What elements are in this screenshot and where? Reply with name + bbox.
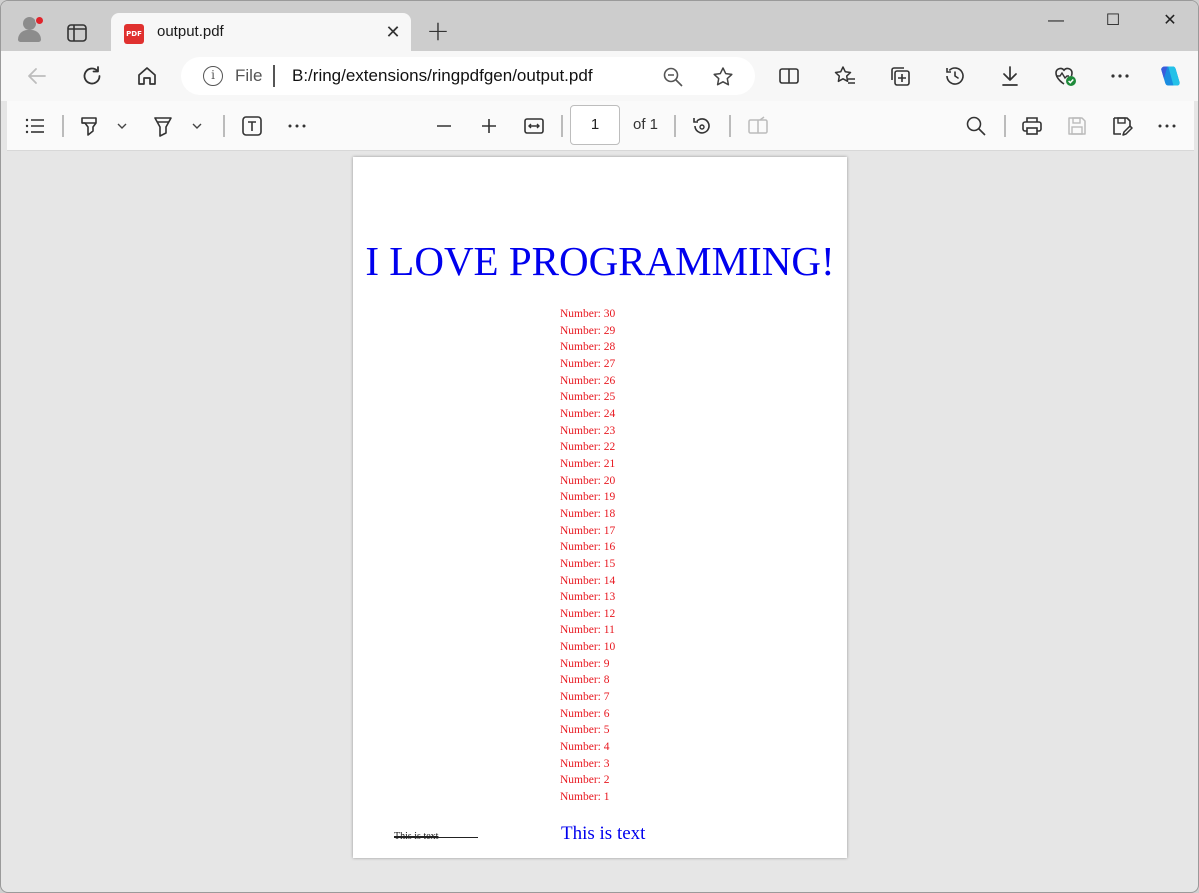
notification-dot (35, 16, 44, 25)
number-line: Number: 12 (560, 607, 616, 620)
number-line: Number: 18 (560, 507, 616, 520)
copilot-icon[interactable] (1157, 63, 1183, 89)
more-icon[interactable] (1107, 63, 1133, 89)
zoom-out-icon[interactable] (432, 114, 456, 138)
toolbar-separator (223, 115, 225, 137)
number-line: Number: 26 (560, 374, 616, 387)
number-line: Number: 6 (560, 707, 610, 720)
number-line: Number: 8 (560, 674, 610, 687)
number-line: Number: 9 (560, 657, 610, 670)
number-line: Number: 10 (560, 641, 616, 654)
search-icon[interactable] (964, 114, 988, 138)
number-line: Number: 24 (560, 407, 616, 420)
tab-title: output.pdf (157, 23, 224, 40)
pdf-toolbar: 1 of 1 (7, 101, 1194, 151)
fit-to-width-icon[interactable] (522, 114, 546, 138)
info-icon[interactable]: i (203, 66, 223, 86)
number-line: Number: 30 (560, 308, 616, 320)
toolbar-separator (674, 115, 676, 137)
number-line: Number: 27 (560, 357, 616, 370)
tab-output-pdf[interactable]: PDF output.pdf ✕ (111, 13, 411, 53)
number-line: Number: 13 (560, 591, 616, 604)
favorite-star-icon[interactable] (711, 65, 735, 89)
address-url[interactable]: B:/ring/extensions/ringpdfgen/output.pdf (292, 66, 593, 86)
split-screen-icon[interactable] (776, 63, 802, 89)
new-tab-button[interactable]: + (425, 17, 451, 45)
document-headline: I LOVE PROGRAMMING! (365, 238, 835, 284)
more-options-icon[interactable] (1155, 114, 1179, 138)
browser-essentials-icon[interactable] (1052, 63, 1078, 89)
tab-strip: PDF output.pdf ✕ + — ☐ ✕ (1, 1, 1198, 53)
number-line: Number: 3 (560, 757, 610, 770)
number-line: Number: 1 (560, 791, 610, 804)
number-line: Number: 7 (560, 691, 610, 704)
zoom-in-icon[interactable] (477, 114, 501, 138)
number-line: Number: 20 (560, 474, 616, 487)
navigation-bar: i File B:/ring/extensions/ringpdfgen/out… (1, 51, 1198, 101)
number-list: Number: 30 Number: 29 Number: 28 Number: 27… (560, 306, 710, 806)
refresh-icon[interactable] (79, 63, 105, 89)
number-line: Number: 25 (560, 391, 616, 404)
rotate-icon[interactable] (690, 114, 714, 138)
add-text-icon[interactable] (240, 114, 264, 138)
toolbar-separator (561, 115, 563, 137)
pdf-viewer[interactable]: I LOVE PROGRAMMING! Number: 30 Number: 29… (7, 152, 1194, 888)
toolbar-separator (62, 115, 64, 137)
close-tab-button[interactable]: ✕ (383, 22, 403, 42)
highlight-icon[interactable] (77, 114, 101, 138)
contents-icon[interactable] (23, 114, 47, 138)
page-view-icon[interactable] (746, 114, 770, 138)
tab-actions-icon[interactable] (63, 19, 91, 47)
back-icon[interactable] (24, 63, 50, 89)
pdf-page: I LOVE PROGRAMMING! Number: 30 Number: 29… (353, 157, 847, 858)
address-separator (273, 65, 275, 87)
underline-rule (394, 837, 478, 838)
address-bar[interactable]: i File B:/ring/extensions/ringpdfgen/out… (181, 57, 755, 95)
number-line: Number: 5 (560, 724, 610, 737)
chevron-down-icon[interactable] (110, 114, 134, 138)
save-as-icon[interactable] (1110, 114, 1134, 138)
pdf-file-icon: PDF (124, 24, 144, 44)
number-line: Number: 23 (560, 424, 616, 437)
number-line: Number: 29 (560, 324, 616, 337)
print-icon[interactable] (1020, 114, 1044, 138)
draw-icon[interactable] (151, 114, 175, 138)
maximize-button[interactable]: ☐ (1103, 11, 1123, 31)
number-line: Number: 14 (560, 574, 616, 587)
download-icon[interactable] (997, 63, 1023, 89)
history-icon[interactable] (942, 63, 968, 89)
address-scheme: File (235, 66, 263, 85)
toolbar-separator (1004, 115, 1006, 137)
toolbar-separator (729, 115, 731, 137)
favorites-icon[interactable] (832, 63, 858, 89)
close-window-button[interactable]: ✕ (1160, 11, 1180, 31)
minimize-button[interactable]: — (1046, 11, 1066, 31)
more-tools-icon[interactable] (285, 114, 309, 138)
number-line: Number: 21 (560, 457, 616, 470)
blue-text: This is text (561, 823, 646, 844)
browser-window: PDF output.pdf ✕ + — ☐ ✕ i File B:/ring/… (0, 0, 1199, 893)
home-icon[interactable] (134, 63, 160, 89)
number-line: Number: 28 (560, 341, 616, 354)
chevron-down-icon[interactable] (185, 114, 209, 138)
number-line: Number: 17 (560, 524, 616, 537)
collections-icon[interactable] (887, 63, 913, 89)
number-line: Number: 15 (560, 557, 616, 570)
profile-avatar[interactable] (15, 14, 45, 44)
page-total-label: of 1 (633, 116, 659, 133)
zoom-out-icon[interactable] (662, 66, 684, 88)
number-line: Number: 19 (560, 491, 616, 504)
save-icon[interactable] (1065, 114, 1089, 138)
number-line: Number: 4 (560, 741, 610, 754)
number-line: Number: 11 (560, 624, 615, 637)
number-line: Number: 16 (560, 541, 616, 554)
page-number-input[interactable]: 1 (570, 105, 620, 145)
number-line: Number: 2 (560, 774, 610, 787)
number-line: Number: 22 (560, 441, 616, 454)
